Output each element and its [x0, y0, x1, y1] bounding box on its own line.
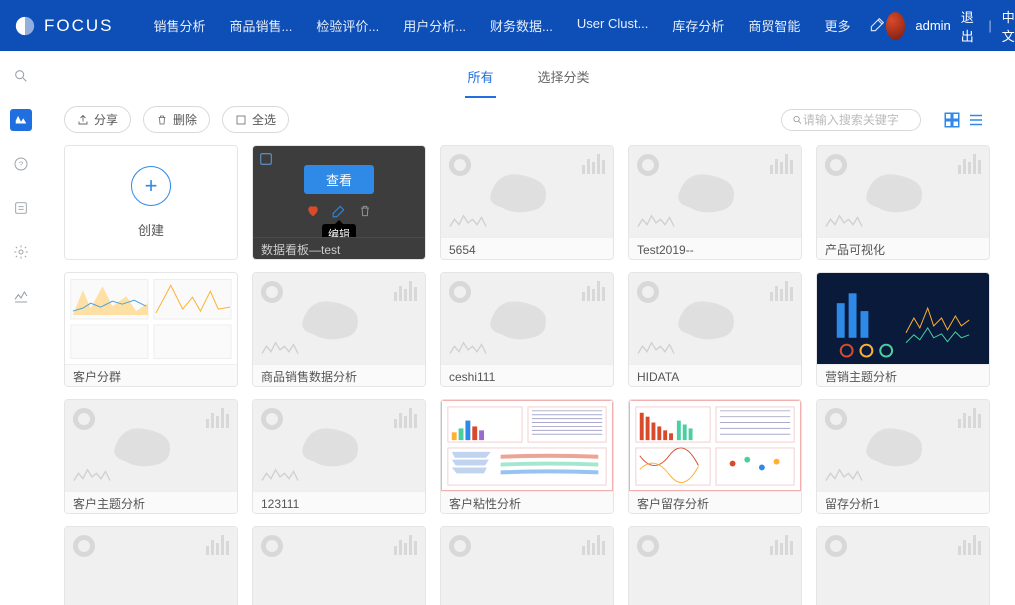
top-nav: 销售分析 商品销售... 检验评价... 用户分析... 财务数据... Use… — [142, 16, 887, 35]
select-all-button[interactable]: 全选 — [222, 106, 289, 133]
view-toggle — [943, 111, 985, 129]
dashboard-card[interactable] — [252, 526, 426, 605]
card-title: 留存分析1 — [817, 491, 989, 514]
logout-link[interactable]: 退出 — [961, 7, 979, 45]
username[interactable]: admin — [915, 18, 950, 33]
card-title: 商品销售数据分析 — [253, 364, 425, 387]
dashboard-card[interactable]: 商品销售数据分析 — [252, 272, 426, 387]
card-title: Test2019-- — [629, 237, 801, 260]
search-icon — [792, 114, 803, 126]
dashboard-grid: + 创建 查看 编辑 — [42, 141, 1015, 605]
toolbar: 分享 删除 全选 — [42, 98, 1015, 141]
tab-all[interactable]: 所有 — [465, 61, 495, 98]
grid-view-icon[interactable] — [943, 111, 961, 129]
card-title: 客户留存分析 — [629, 491, 801, 514]
card-title: 5654 — [441, 237, 613, 260]
card-title: 营销主题分析 — [817, 364, 989, 387]
nav-bi[interactable]: 商贸智能 — [736, 16, 812, 35]
dashboard-card[interactable]: HIDATA — [628, 272, 802, 387]
app-header: FOCUS 销售分析 商品销售... 检验评价... 用户分析... 财务数据.… — [0, 0, 1015, 51]
separator: | — [988, 18, 991, 33]
category-tabs: 所有 选择分类 — [42, 51, 1015, 98]
nav-sales[interactable]: 销售分析 — [142, 16, 218, 35]
list-view-icon[interactable] — [967, 111, 985, 129]
dashboard-card[interactable]: 留存分析1 — [816, 399, 990, 514]
card-overlay: 查看 编辑 — [253, 146, 425, 237]
delete-icon[interactable] — [358, 204, 372, 218]
logo[interactable]: FOCUS — [14, 15, 114, 37]
nav-more[interactable]: 更多 — [812, 16, 862, 35]
rail-trend-icon[interactable] — [10, 285, 32, 307]
delete-button[interactable]: 删除 — [143, 106, 210, 133]
card-title: 产品可视化 — [817, 237, 989, 260]
rail-settings-icon[interactable] — [10, 241, 32, 263]
search-input[interactable] — [803, 113, 910, 127]
svg-text:?: ? — [19, 160, 23, 169]
nav-user-analysis[interactable]: 用户分析... — [391, 16, 478, 35]
card-title: 数据看板—test — [253, 237, 425, 260]
dashboard-card[interactable]: 营销主题分析 — [816, 272, 990, 387]
dashboard-card[interactable] — [440, 526, 614, 605]
edit-icon[interactable]: 编辑 — [332, 204, 346, 218]
dashboard-card[interactable]: 客户分群 — [64, 272, 238, 387]
select-all-label: 全选 — [252, 111, 276, 128]
dashboard-card[interactable]: ceshi111 — [440, 272, 614, 387]
edit-tooltip: 编辑 — [322, 224, 356, 237]
card-title: 客户主题分析 — [65, 491, 237, 514]
dashboard-card[interactable]: 5654 — [440, 145, 614, 260]
logo-text: FOCUS — [44, 16, 114, 36]
create-card[interactable]: + 创建 — [64, 145, 238, 260]
nav-finance[interactable]: 财务数据... — [478, 16, 565, 35]
dashboard-card[interactable] — [64, 526, 238, 605]
nav-product-sales[interactable]: 商品销售... — [218, 16, 305, 35]
card-title: 客户分群 — [65, 364, 237, 387]
card-title: HIDATA — [629, 364, 801, 387]
trash-icon — [156, 114, 168, 126]
dashboard-card[interactable]: 产品可视化 — [816, 145, 990, 260]
search-box[interactable] — [781, 109, 921, 131]
share-label: 分享 — [94, 111, 118, 128]
nav-inspection[interactable]: 检验评价... — [304, 16, 391, 35]
rail-dashboard-icon[interactable] — [10, 109, 32, 131]
delete-label: 删除 — [173, 111, 197, 128]
rail-search-icon[interactable] — [10, 65, 32, 87]
share-button[interactable]: 分享 — [64, 106, 131, 133]
header-right: admin 退出 | 中文 | 帮助 ? — [886, 7, 1015, 45]
rail-help-icon[interactable]: ? — [10, 153, 32, 175]
dashboard-card[interactable]: 客户主题分析 — [64, 399, 238, 514]
dashboard-card[interactable]: Test2019-- — [628, 145, 802, 260]
checkbox-icon — [235, 114, 247, 126]
edit-nav-icon[interactable] — [870, 16, 886, 32]
favorite-icon[interactable] — [306, 204, 320, 218]
view-button[interactable]: 查看 — [304, 165, 374, 194]
dashboard-card[interactable]: 客户留存分析 — [628, 399, 802, 514]
card-title: 客户粘性分析 — [441, 491, 613, 514]
side-rail: ? — [0, 51, 42, 605]
nav-inventory[interactable]: 库存分析 — [660, 16, 736, 35]
logo-icon — [14, 15, 36, 37]
dashboard-card[interactable] — [816, 526, 990, 605]
dashboard-card[interactable]: 查看 编辑 数据看板—test — [252, 145, 426, 260]
avatar[interactable] — [886, 12, 905, 40]
tab-select-category[interactable]: 选择分类 — [536, 61, 592, 98]
dashboard-card[interactable]: 123111 — [252, 399, 426, 514]
card-title: ceshi111 — [441, 364, 613, 387]
share-icon — [77, 114, 89, 126]
plus-icon: + — [131, 166, 171, 206]
create-label: 创建 — [138, 220, 164, 239]
dashboard-card[interactable]: 客户粘性分析 — [440, 399, 614, 514]
lang-link[interactable]: 中文 — [1002, 7, 1015, 45]
nav-user-cluster[interactable]: User Clust... — [565, 16, 661, 35]
rail-data-icon[interactable] — [10, 197, 32, 219]
card-title: 123111 — [253, 491, 425, 514]
dashboard-card[interactable] — [628, 526, 802, 605]
main-content: 所有 选择分类 分享 删除 全选 + 创建 — [42, 51, 1015, 605]
